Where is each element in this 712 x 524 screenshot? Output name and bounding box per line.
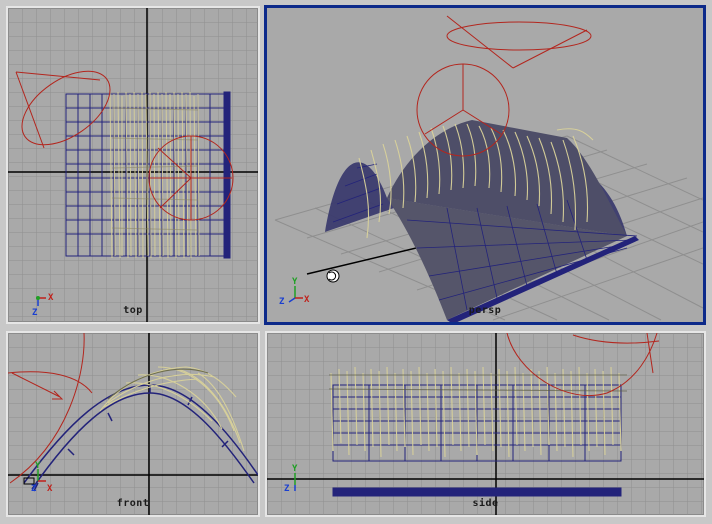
viewport-side[interactable]: Y Z side <box>265 331 706 517</box>
axis-label-y: Y <box>292 277 298 287</box>
axis-label-x: X <box>48 293 54 303</box>
axis-label-x: X <box>47 484 53 494</box>
grid <box>8 333 258 515</box>
viewport-front-canvas[interactable]: Y X Z <box>8 333 260 517</box>
viewport-persp-canvas[interactable]: Y X Z <box>267 8 703 322</box>
axis-label-y: Y <box>292 464 298 474</box>
rotate-cursor-icon <box>326 269 340 283</box>
viewport-persp[interactable]: Y X Z persp <box>264 5 706 325</box>
view-axis-icon: Y X Z <box>279 277 310 307</box>
viewport-front[interactable]: Y X Z front <box>6 331 260 517</box>
axis-label-z: Z <box>31 484 37 494</box>
viewport-label-side: side <box>472 498 499 509</box>
viewport-top[interactable]: X Z top <box>6 6 260 324</box>
viewport-label-front: front <box>116 498 150 509</box>
axis-label-x: X <box>304 295 310 305</box>
viewport-label-top: top <box>123 305 143 316</box>
viewport-side-canvas[interactable]: Y Z <box>267 333 706 517</box>
nurbs-arch-surface[interactable] <box>325 120 639 322</box>
grid <box>8 8 258 322</box>
axis-label-z: Z <box>284 484 290 494</box>
viewport-top-canvas[interactable]: X Z <box>8 8 260 324</box>
viewport-label-persp: persp <box>468 305 502 316</box>
axis-label-y: Y <box>35 461 41 471</box>
